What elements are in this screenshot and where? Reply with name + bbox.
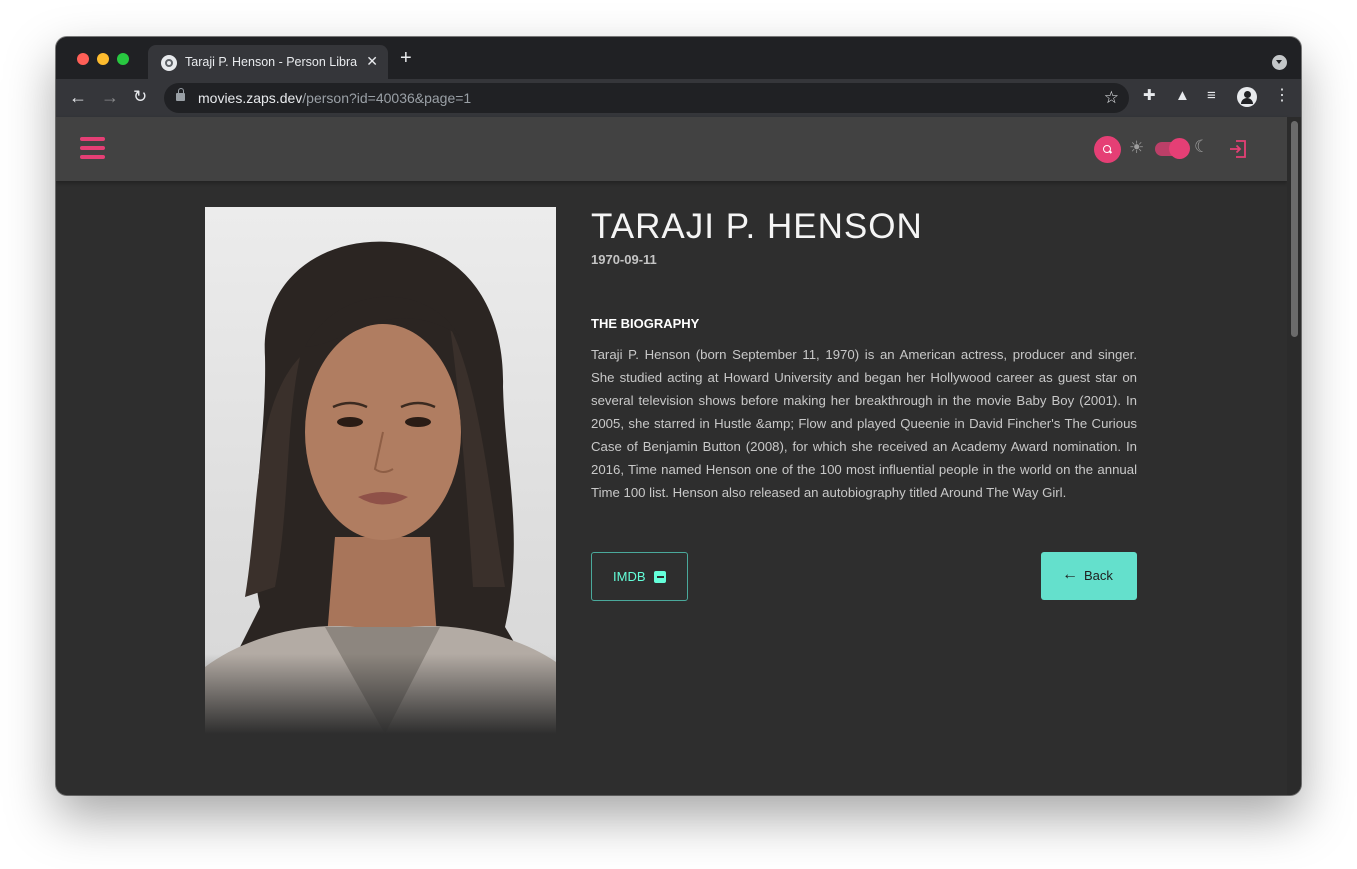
arrow-left-icon: ← xyxy=(1062,566,1078,583)
star-icon[interactable]: ☆ xyxy=(1104,88,1119,108)
scrollbar[interactable] xyxy=(1287,117,1301,795)
minimize-window-button[interactable] xyxy=(97,53,109,65)
lock-icon[interactable] xyxy=(176,88,185,101)
back-arrow-icon[interactable]: ← xyxy=(69,87,87,107)
page-viewport: ☀ ☾ TARAJI P. HENSON 1970-09-11 THE BIOG… xyxy=(56,117,1301,795)
moon-icon: ☾ xyxy=(1194,137,1210,156)
sun-icon: ☀ xyxy=(1129,138,1145,157)
person-name: TARAJI P. HENSON xyxy=(591,207,923,246)
kebab-menu-icon[interactable]: ⋮ xyxy=(1274,88,1290,104)
url-host: movies.zaps.dev xyxy=(198,90,303,106)
address-bar[interactable]: movies.zaps.dev/person?id=40036&page=1 ☆ xyxy=(164,83,1129,113)
search-icon[interactable] xyxy=(1094,136,1121,163)
new-tab-button[interactable]: + xyxy=(400,48,412,68)
browser-tab-active[interactable]: Taraji P. Henson - Person Library ✕ xyxy=(148,45,388,79)
browser-toolbar: ← → ↻ movies.zaps.dev/person?id=40036&pa… xyxy=(56,79,1301,117)
close-tab-icon[interactable]: ✕ xyxy=(366,53,378,69)
biography-heading: THE BIOGRAPHY xyxy=(591,316,700,331)
theme-toggle-knob[interactable] xyxy=(1169,138,1190,159)
app-bar: ☀ ☾ xyxy=(56,117,1287,181)
film-reel-icon xyxy=(161,55,177,71)
url-text[interactable]: movies.zaps.dev/person?id=40036&page=1 xyxy=(198,90,471,106)
reload-icon[interactable]: ↻ xyxy=(133,87,147,107)
tab-search-icon[interactable] xyxy=(1272,55,1287,70)
hamburger-icon[interactable] xyxy=(80,137,105,159)
maximize-window-button[interactable] xyxy=(117,53,129,65)
tab-title: Taraji P. Henson - Person Library xyxy=(185,55,357,69)
biography-text: Taraji P. Henson (born September 11, 197… xyxy=(591,347,1137,500)
imdb-icon xyxy=(654,571,666,583)
person-portrait xyxy=(205,207,556,734)
back-button[interactable]: ← Back xyxy=(1041,552,1137,600)
back-button-label: Back xyxy=(1084,568,1113,583)
imdb-button[interactable]: IMDB xyxy=(591,552,688,601)
profile-icon[interactable] xyxy=(1237,87,1257,107)
imdb-button-label: IMDB xyxy=(613,569,646,584)
scrollbar-thumb[interactable] xyxy=(1291,121,1298,337)
flask-icon[interactable]: ▲ xyxy=(1175,88,1190,104)
forward-arrow-icon[interactable]: → xyxy=(101,87,119,107)
tab-strip: Taraji P. Henson - Person Library ✕ + xyxy=(56,37,1301,79)
logout-icon[interactable] xyxy=(1228,139,1248,159)
browser-window: Taraji P. Henson - Person Library ✕ + ← … xyxy=(56,37,1301,795)
media-icon[interactable]: ≡ xyxy=(1207,88,1216,104)
portrait-fade xyxy=(205,654,556,734)
url-path: /person?id=40036&page=1 xyxy=(302,90,472,106)
puzzle-icon[interactable]: ✚ xyxy=(1143,88,1156,104)
person-birthday: 1970-09-11 xyxy=(591,252,657,267)
close-window-button[interactable] xyxy=(77,53,89,65)
